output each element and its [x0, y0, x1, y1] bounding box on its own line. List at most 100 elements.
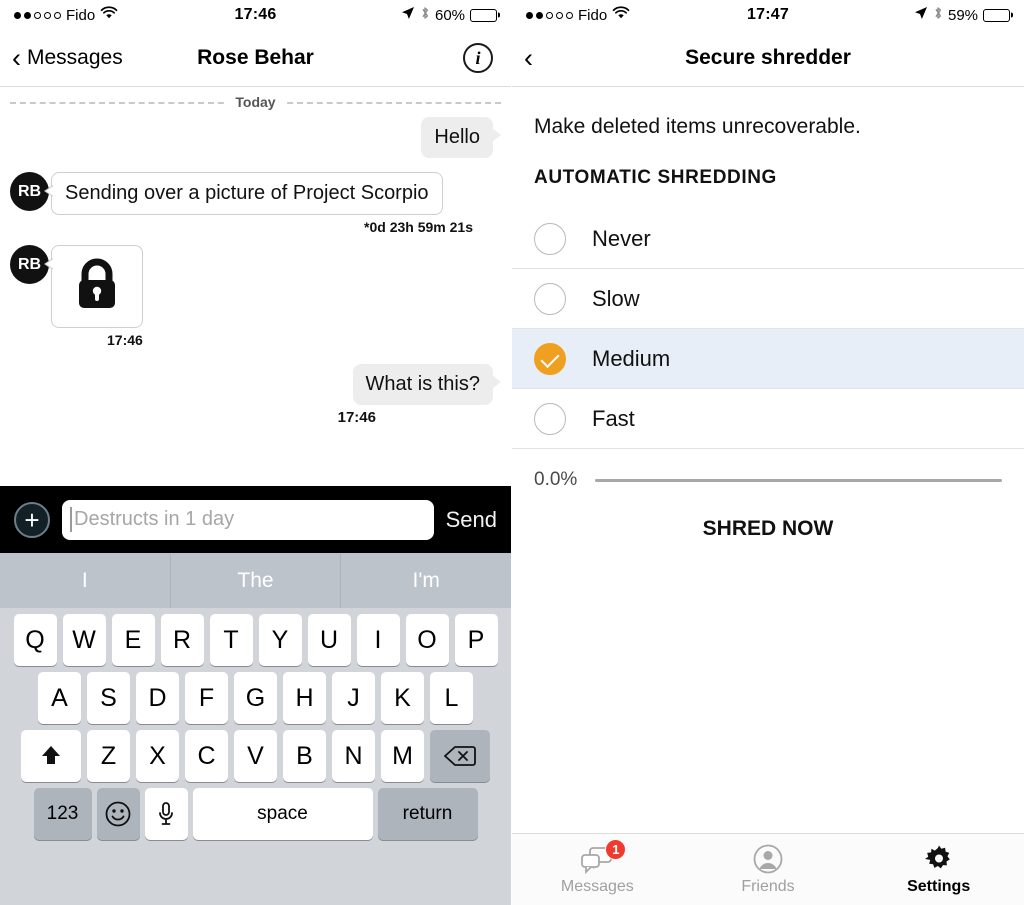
- chevron-left-icon: ‹: [524, 42, 533, 73]
- add-attachment-button[interactable]: +: [14, 501, 50, 538]
- radio-checked-icon[interactable]: [534, 342, 566, 375]
- option-row-fast[interactable]: Fast: [512, 389, 1024, 449]
- battery-percent: 60%: [434, 6, 466, 24]
- key-s[interactable]: S: [87, 672, 130, 724]
- radio-icon[interactable]: [534, 282, 566, 315]
- suggestion-item[interactable]: The: [169, 553, 341, 608]
- tab-friends[interactable]: Friends: [683, 844, 854, 896]
- message-bubble[interactable]: Hello: [421, 117, 501, 158]
- dual-screenshot: Fido 17:46 60% ‹ Messages Rose Behar i T…: [0, 0, 1024, 905]
- key-v[interactable]: V: [234, 730, 277, 782]
- wifi-icon: [100, 5, 118, 25]
- predictive-suggestion-bar: I The I'm: [0, 553, 511, 608]
- tab-bar: 1 Messages Friends Settings: [512, 833, 1024, 905]
- info-icon[interactable]: i: [463, 43, 493, 73]
- shift-icon[interactable]: [21, 730, 81, 782]
- battery-icon: [983, 8, 1011, 22]
- option-label: Never: [592, 225, 651, 251]
- radio-icon[interactable]: [534, 402, 566, 435]
- lock-icon: [71, 256, 123, 317]
- message-timestamp: 17:46: [107, 332, 143, 348]
- locked-image-bubble[interactable]: [44, 245, 143, 328]
- nav-bar-settings: ‹ Secure shredder: [512, 30, 1024, 87]
- chat-thread: Today Hello RB Sending over a picture of…: [0, 87, 511, 477]
- return-key[interactable]: return: [377, 788, 478, 840]
- shredding-options-list: Never Slow Medium Fast: [512, 209, 1024, 449]
- back-button[interactable]: ‹ Messages: [0, 44, 123, 72]
- message-bubble[interactable]: What is this?: [352, 364, 502, 405]
- space-key[interactable]: space: [192, 788, 373, 840]
- option-label: Slow: [592, 285, 640, 311]
- message-bubble[interactable]: Sending over a picture of Project Scorpi…: [44, 172, 443, 215]
- status-right-group: 60%: [276, 5, 498, 26]
- send-button[interactable]: Send: [446, 507, 497, 533]
- key-j[interactable]: J: [332, 672, 375, 724]
- key-t[interactable]: T: [209, 614, 253, 666]
- nav-bar-messages: ‹ Messages Rose Behar i: [0, 30, 511, 87]
- key-d[interactable]: D: [136, 672, 179, 724]
- key-n[interactable]: N: [332, 730, 375, 782]
- message-input[interactable]: Destructs in 1 day: [62, 499, 434, 540]
- keyboard-row-1: Q W E R T Y U I O P: [0, 608, 511, 666]
- suggestion-item[interactable]: I: [0, 553, 170, 608]
- tab-messages[interactable]: 1 Messages: [512, 838, 683, 896]
- keyboard-row-4: 123 space return: [0, 782, 511, 840]
- info-glyph: i: [475, 47, 481, 68]
- text-cursor: [70, 507, 72, 532]
- messages-screen: Fido 17:46 60% ‹ Messages Rose Behar i T…: [0, 0, 512, 905]
- key-k[interactable]: K: [381, 672, 424, 724]
- back-button[interactable]: ‹: [512, 42, 533, 73]
- avatar-initials: RB: [17, 255, 42, 273]
- status-bar-left: Fido 17:46 60%: [0, 0, 511, 30]
- shred-now-button[interactable]: SHRED NOW: [512, 511, 1024, 541]
- bluetooth-icon: [420, 5, 430, 26]
- option-row-never[interactable]: Never: [512, 209, 1024, 269]
- tab-settings[interactable]: Settings: [853, 844, 1024, 896]
- key-l[interactable]: L: [430, 672, 473, 724]
- numbers-key[interactable]: 123: [33, 788, 92, 840]
- radio-icon[interactable]: [534, 222, 566, 255]
- key-x[interactable]: X: [136, 730, 179, 782]
- key-i[interactable]: I: [356, 614, 400, 666]
- key-q[interactable]: Q: [13, 614, 57, 666]
- key-p[interactable]: P: [454, 614, 498, 666]
- key-b[interactable]: B: [283, 730, 326, 782]
- status-left-group: Fido: [14, 5, 235, 25]
- emoji-icon[interactable]: [96, 788, 140, 840]
- key-c[interactable]: C: [185, 730, 228, 782]
- keyboard-row-3: Z X C V B N M: [0, 724, 511, 782]
- bluetooth-icon: [933, 5, 943, 26]
- key-w[interactable]: W: [62, 614, 106, 666]
- avatar-initials: RB: [17, 182, 42, 200]
- message-text: Hello: [434, 126, 480, 148]
- microphone-icon[interactable]: [144, 788, 188, 840]
- key-y[interactable]: Y: [258, 614, 302, 666]
- progress-percent-label: 0.0%: [534, 469, 578, 490]
- tab-label: Settings: [907, 877, 971, 895]
- progress-track: [595, 478, 1002, 482]
- backspace-icon[interactable]: [430, 730, 490, 782]
- key-o[interactable]: O: [405, 614, 449, 666]
- back-button-label: Messages: [27, 46, 123, 69]
- key-m[interactable]: M: [381, 730, 424, 782]
- key-g[interactable]: G: [234, 672, 277, 724]
- description-text: Make deleted items unrecoverable.: [534, 115, 861, 138]
- key-a[interactable]: A: [38, 672, 81, 724]
- message-row-incoming: RB Sending over a picture of Project Sco…: [10, 172, 501, 215]
- option-row-medium[interactable]: Medium: [512, 329, 1024, 389]
- signal-strength-dots: [526, 11, 573, 19]
- message-row-outgoing: Hello: [10, 117, 501, 158]
- key-e[interactable]: E: [111, 614, 155, 666]
- key-r[interactable]: R: [160, 614, 204, 666]
- message-timestamp: 17:46: [337, 409, 376, 426]
- location-arrow-icon: [914, 6, 928, 25]
- key-f[interactable]: F: [185, 672, 228, 724]
- option-row-slow[interactable]: Slow: [512, 269, 1024, 329]
- suggestion-item[interactable]: I'm: [340, 553, 511, 608]
- status-clock: 17:46: [234, 6, 277, 23]
- carrier-label: Fido: [66, 6, 96, 24]
- key-h[interactable]: H: [283, 672, 326, 724]
- badge-count: 1: [605, 838, 627, 860]
- key-u[interactable]: U: [307, 614, 351, 666]
- key-z[interactable]: Z: [87, 730, 130, 782]
